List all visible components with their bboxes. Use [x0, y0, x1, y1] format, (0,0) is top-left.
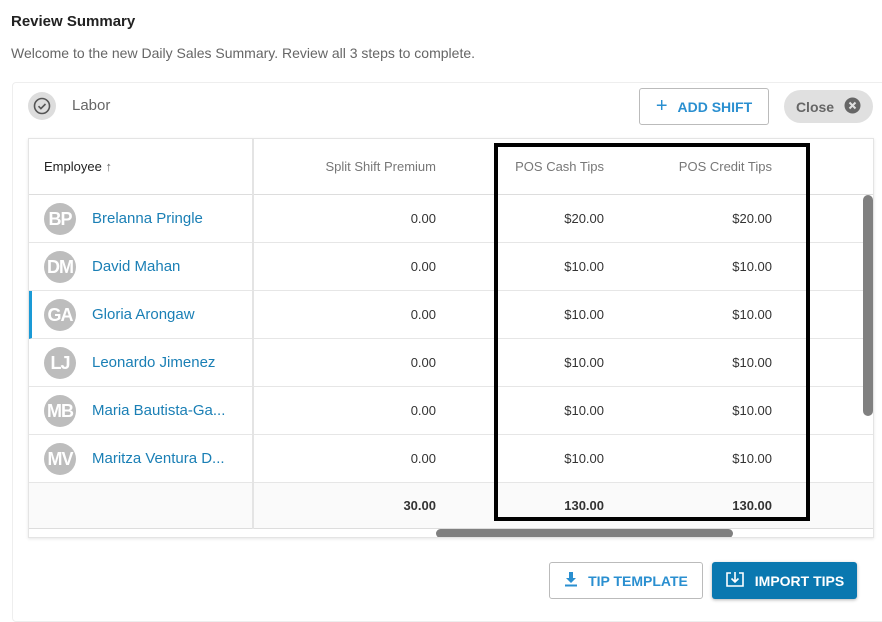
import-icon [725, 570, 745, 591]
add-shift-button[interactable]: + ADD SHIFT [639, 88, 769, 125]
close-label: Close [795, 98, 835, 115]
split-shift-value: 0.00 [410, 307, 436, 322]
tip-template-label: TIP TEMPLATE [588, 572, 688, 589]
avatar: MB [44, 395, 76, 427]
avatar: DM [44, 251, 76, 283]
import-tips-button[interactable]: IMPORT TIPS [712, 562, 857, 599]
total-split: 30.00 [403, 498, 436, 513]
import-tips-label: IMPORT TIPS [754, 572, 845, 589]
employee-name-link[interactable]: Maria Bautista-Ga... [92, 402, 225, 419]
vertical-scrollbar[interactable] [863, 195, 873, 416]
plus-icon: + [655, 95, 668, 117]
add-shift-label: ADD SHIFT [677, 98, 753, 115]
avatar: LJ [44, 347, 76, 379]
close-icon [844, 97, 861, 117]
column-split-shift-premium[interactable]: Split Shift Premium [256, 159, 436, 174]
split-shift-value: 0.00 [410, 259, 436, 274]
employee-name-link[interactable]: Maritza Ventura D... [92, 450, 225, 467]
employee-name-link[interactable]: David Mahan [92, 258, 180, 275]
avatar: GA [44, 299, 76, 331]
section-label: Labor [72, 97, 111, 114]
highlight-box [494, 143, 810, 521]
page-subtitle: Welcome to the new Daily Sales Summary. … [11, 45, 476, 61]
close-button[interactable]: Close [784, 90, 873, 123]
sort-arrow-up-icon[interactable]: ↑ [105, 159, 112, 174]
employee-name-link[interactable]: Gloria Arongaw [92, 306, 195, 323]
tip-template-button[interactable]: TIP TEMPLATE [549, 562, 703, 599]
employee-name-link[interactable]: Brelanna Pringle [92, 210, 203, 227]
column-employee[interactable]: Employee ↑ [44, 159, 112, 174]
split-shift-value: 0.00 [410, 451, 436, 466]
column-divider [252, 139, 254, 529]
download-icon [564, 571, 578, 590]
avatar: BP [44, 203, 76, 235]
horizontal-scrollbar[interactable] [436, 529, 733, 537]
split-shift-value: 0.00 [410, 211, 436, 226]
split-shift-value: 0.00 [410, 355, 436, 370]
employee-name-link[interactable]: Leonardo Jimenez [92, 354, 215, 371]
split-shift-value: 0.00 [410, 403, 436, 418]
avatar: MV [44, 443, 76, 475]
check-circle-icon [28, 92, 56, 120]
page-title: Review Summary [11, 13, 136, 30]
